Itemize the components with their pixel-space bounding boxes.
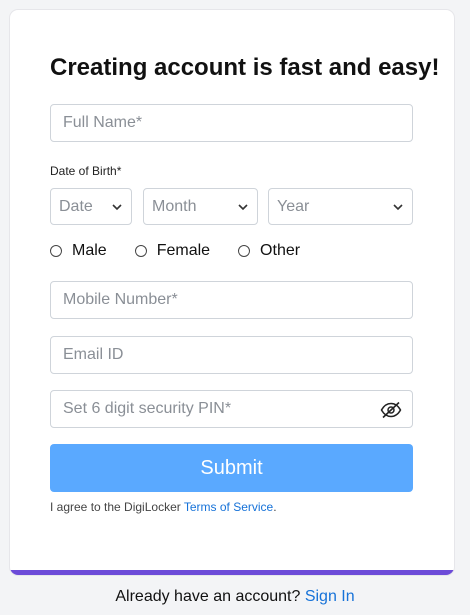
full-name-placeholder: Full Name*	[63, 114, 143, 131]
radio-other[interactable]	[238, 245, 251, 257]
signin-prompt: Already have an account? Sign In	[0, 588, 470, 606]
terms-of-service-link[interactable]: Terms of Service	[184, 500, 273, 514]
year-select-value: Year	[277, 197, 310, 215]
month-select[interactable]: Month	[143, 188, 258, 225]
chevron-down-icon	[393, 203, 403, 210]
terms-agreement: I agree to the DigiLocker Terms of Servi…	[50, 500, 277, 514]
eye-slash-icon[interactable]	[380, 401, 402, 419]
gender-female-option[interactable]: Female	[134, 242, 211, 260]
gender-male-label: Male	[72, 242, 107, 259]
security-pin-input[interactable]: Set 6 digit security PIN*	[50, 390, 413, 428]
email-placeholder: Email ID	[63, 346, 124, 363]
dob-label: Date of Birth*	[50, 164, 122, 178]
full-name-input[interactable]: Full Name*	[50, 104, 413, 142]
radio-male[interactable]	[50, 245, 62, 257]
gender-female-label: Female	[156, 242, 211, 259]
email-input[interactable]: Email ID	[50, 336, 413, 374]
mobile-placeholder: Mobile Number*	[63, 291, 178, 308]
chevron-down-icon	[238, 203, 248, 210]
date-select-value: Date	[59, 197, 93, 215]
already-account-text: Already have an account?	[115, 588, 305, 605]
date-select[interactable]: Date	[50, 188, 132, 225]
radio-female[interactable]	[134, 245, 147, 257]
agree-text: I agree to the DigiLocker	[50, 500, 184, 514]
sign-in-link[interactable]: Sign In	[305, 588, 355, 605]
gender-other-option[interactable]: Other	[238, 242, 300, 260]
year-select[interactable]: Year	[268, 188, 413, 225]
month-select-value: Month	[152, 197, 197, 215]
signup-card: Creating account is fast and easy! Full …	[10, 10, 454, 575]
gender-male-option[interactable]: Male	[50, 242, 107, 260]
agree-suffix: .	[273, 500, 277, 514]
gender-other-label: Other	[260, 242, 301, 259]
pin-placeholder: Set 6 digit security PIN*	[63, 400, 232, 417]
submit-button[interactable]: Submit	[50, 444, 413, 492]
form-title: Creating account is fast and easy!	[50, 54, 440, 81]
mobile-number-input[interactable]: Mobile Number*	[50, 281, 413, 319]
chevron-down-icon	[112, 203, 122, 210]
card-accent-bar	[10, 570, 454, 575]
gender-radio-group: Male Female Other	[50, 242, 328, 260]
